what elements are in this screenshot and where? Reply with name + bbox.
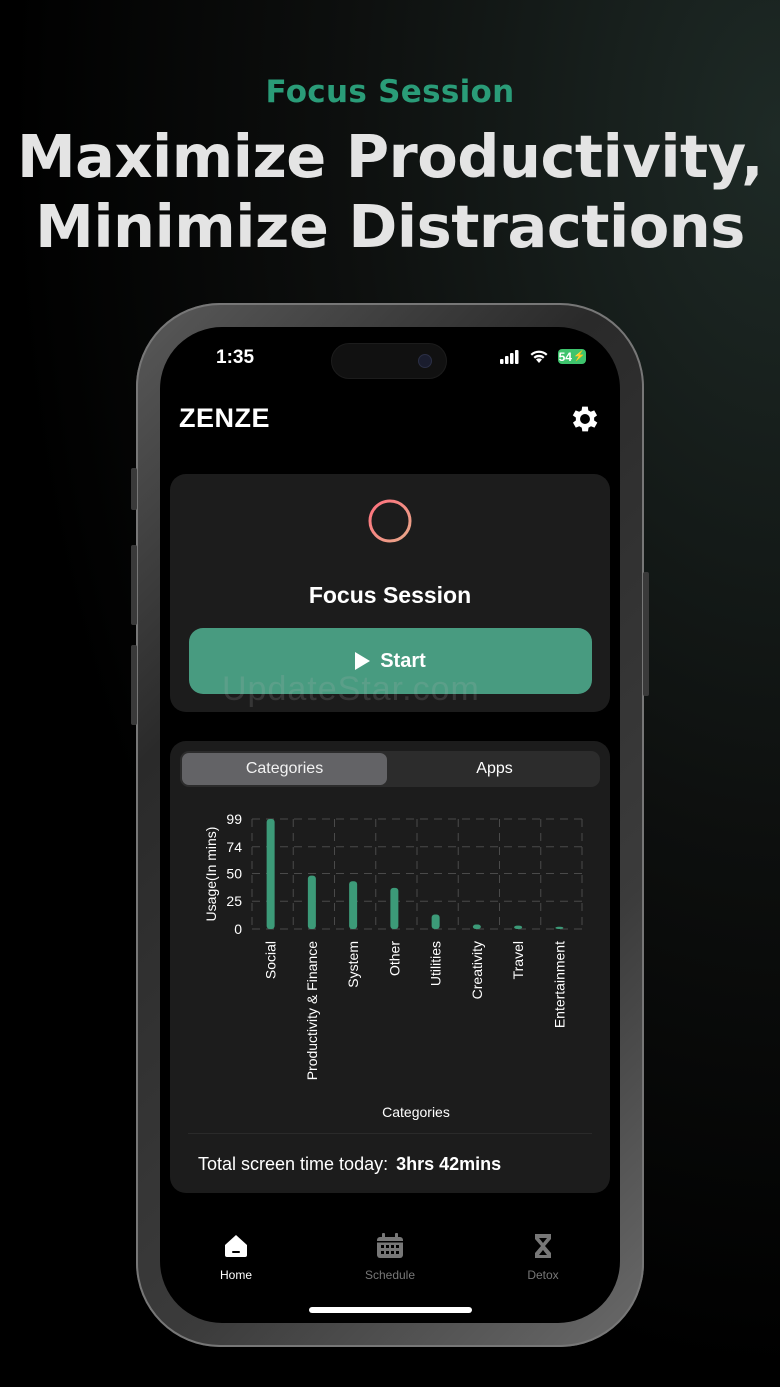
x-tick-label: Utilities — [428, 941, 444, 986]
battery-icon: 54 ⚡ — [558, 349, 586, 364]
tab-home[interactable]: Home — [186, 1233, 286, 1282]
bar — [555, 926, 564, 929]
y-tick-label: 74 — [226, 839, 242, 855]
bar — [349, 881, 358, 929]
promo-title: Maximize Productivity, Minimize Distract… — [0, 122, 780, 262]
phone-power-button — [643, 572, 649, 696]
tab-apps[interactable]: Apps — [391, 753, 598, 785]
tab-categories[interactable]: Categories — [182, 753, 387, 785]
home-indicator — [309, 1307, 472, 1313]
camera-icon — [418, 354, 432, 368]
x-tick-label: Other — [386, 941, 402, 976]
promo-kicker: Focus Session — [265, 74, 515, 110]
x-tick-label: Creativity — [469, 941, 485, 999]
home-icon — [225, 1235, 247, 1257]
x-tick-label: System — [345, 941, 361, 988]
play-icon — [355, 652, 371, 670]
status-right: 54 ⚡ — [500, 349, 586, 364]
focus-session-title: Focus Session — [308, 582, 472, 608]
divider — [188, 1133, 592, 1134]
tab-detox[interactable]: Detox — [493, 1233, 593, 1282]
gear-icon[interactable] — [568, 402, 602, 436]
battery-level: 54 — [558, 349, 572, 364]
phone-screen: 1:35 54 ⚡ ZENZE Focus Session Start Upda… — [160, 327, 620, 1323]
x-tick-label: Travel — [510, 941, 526, 979]
bar — [431, 914, 440, 929]
x-tick-label: Social — [263, 941, 279, 979]
bar — [472, 924, 481, 929]
segmented-control: Categories Apps — [180, 751, 600, 787]
y-tick-label: 99 — [226, 811, 242, 827]
hourglass-icon — [535, 1234, 551, 1258]
wifi-icon — [530, 350, 548, 363]
y-axis-label: Usage(In mins) — [203, 827, 219, 922]
promo-title-line1: Maximize Productivity, — [16, 122, 764, 191]
usage-bar-chart: 0 25 50 74 99 Social Productivity & Finance Sys… — [203, 811, 583, 1120]
promo-title-line2: Minimize Distractions — [35, 192, 745, 261]
tab-bar: Home Schedule Detox — [160, 1233, 620, 1293]
usage-card: Categories Apps 0 25 50 74 99 Social Productiv… — [170, 741, 610, 1193]
y-tick-label: 25 — [226, 893, 242, 909]
phone-silent-switch — [131, 468, 137, 510]
x-axis-label: Categories — [382, 1104, 450, 1120]
x-tick-label: Entertainment — [551, 941, 567, 1028]
bar — [390, 887, 399, 929]
dynamic-island — [331, 343, 447, 379]
y-tick-label: 50 — [226, 865, 242, 881]
x-tick-label: Productivity & Finance — [304, 941, 320, 1080]
status-time: 1:35 — [216, 347, 255, 368]
y-tick-label: 0 — [234, 921, 242, 937]
tab-home-label: Home — [219, 1268, 252, 1282]
signal-icon — [500, 349, 519, 364]
calendar-icon — [377, 1233, 403, 1258]
tab-schedule[interactable]: Schedule — [340, 1233, 440, 1282]
total-label: Total screen time today: — [198, 1154, 389, 1174]
app-title: ZENZE — [179, 403, 271, 433]
tab-detox-label: Detox — [527, 1268, 559, 1282]
total-value: 3hrs 42mins — [396, 1154, 502, 1174]
tab-schedule-label: Schedule — [364, 1268, 416, 1282]
phone-volume-down — [131, 645, 137, 725]
charging-bolt-icon: ⚡ — [572, 351, 586, 362]
phone-volume-up — [131, 545, 137, 625]
crosshair-icon — [366, 497, 414, 545]
total-screen-time: Total screen time today: 3hrs 42mins — [198, 1154, 501, 1175]
bar — [307, 875, 316, 929]
watermark: UpdateStar.com — [222, 670, 480, 708]
bar — [266, 819, 275, 929]
bar — [514, 925, 523, 929]
